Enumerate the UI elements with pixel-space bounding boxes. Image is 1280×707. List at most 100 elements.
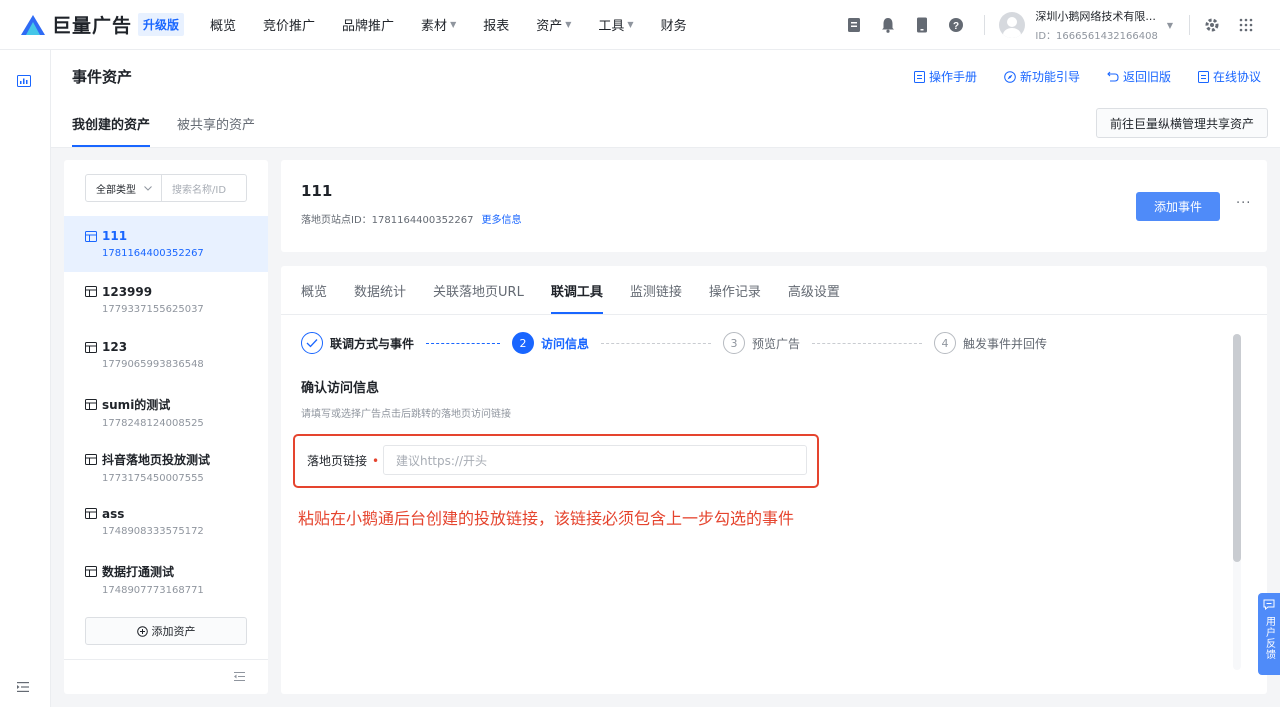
account-dropdown-icon[interactable]: ▼ xyxy=(1167,21,1173,30)
table-icon xyxy=(85,286,97,298)
list-item[interactable]: 抖音落地页投放测试 1773175450007555 xyxy=(64,438,268,494)
manual-link-label: 操作手册 xyxy=(928,70,977,84)
nav-item-label: 品牌推广 xyxy=(342,19,395,34)
brand-name: 巨量广告 xyxy=(52,15,133,37)
tab-0[interactable]: 概览 xyxy=(301,266,327,314)
landing-page-field-label: 落地页链接 • xyxy=(307,452,379,469)
table-icon xyxy=(85,565,97,577)
nav-item-1[interactable]: 竞价推广 xyxy=(263,15,315,34)
manual-link[interactable]: 操作手册 xyxy=(913,68,977,85)
site-id: 落地页站点ID：1781164400352267 xyxy=(301,215,474,226)
scrollbar[interactable] xyxy=(1233,334,1241,670)
add-asset-button[interactable]: 添加资产 xyxy=(85,617,247,645)
sidebar-footer xyxy=(64,659,268,694)
asset-name: ass xyxy=(102,506,125,521)
list-item[interactable]: 123999 1779337155625037 xyxy=(64,272,268,328)
nav-item-0[interactable]: 概览 xyxy=(210,15,236,34)
step-3-label: 预览广告 xyxy=(752,336,801,351)
asset-detail-card: 111 落地页站点ID：1781164400352267 更多信息 添加事件 ··… xyxy=(281,160,1267,252)
asset-name: sumi的测试 xyxy=(102,397,171,412)
feedback-button[interactable]: 用户反馈 xyxy=(1258,593,1280,675)
asset-id: 1773175450007555 xyxy=(102,473,204,485)
bell-icon[interactable] xyxy=(880,17,896,33)
nav-item-label: 财务 xyxy=(660,19,687,34)
return-icon xyxy=(1107,71,1119,82)
asset-name-row: sumi的测试 xyxy=(85,396,268,413)
nav-item-6[interactable]: 工具 ▼ xyxy=(598,15,633,34)
tab-3[interactable]: 联调工具 xyxy=(550,266,603,314)
old-version-link[interactable]: 返回旧版 xyxy=(1107,68,1171,85)
chart-icon[interactable] xyxy=(17,75,31,87)
agreement-link[interactable]: 在线协议 xyxy=(1197,68,1261,85)
help-icon[interactable]: ? xyxy=(948,17,964,33)
nav-item-7[interactable]: 财务 xyxy=(661,15,687,34)
asset-id: 1779065993836548 xyxy=(102,359,204,371)
settings-icon[interactable] xyxy=(1204,17,1220,33)
asset-title: 111 xyxy=(301,182,333,200)
asset-id: 1748908333575172 xyxy=(102,525,204,537)
list-item[interactable]: sumi的测试 1778248124008525 xyxy=(64,383,268,439)
manage-shared-assets-button[interactable]: 前往巨量纵横管理共享资产 xyxy=(1095,108,1268,138)
list-item[interactable]: 123 1779065993836548 xyxy=(64,327,268,383)
list-item[interactable]: 数据打通测试 1748907773168771 xyxy=(64,550,268,606)
document-icon xyxy=(913,70,925,83)
document-icon[interactable] xyxy=(846,17,862,33)
apps-grid-icon[interactable] xyxy=(1238,17,1254,33)
expand-menu-icon[interactable] xyxy=(17,682,29,692)
table-icon xyxy=(85,230,97,242)
nav-item-4[interactable]: 报表 xyxy=(483,15,509,34)
list-item[interactable]: 111 1781164400352267 xyxy=(64,216,268,272)
feedback-label: 用户反馈 xyxy=(1263,616,1275,660)
nav-item-5[interactable]: 资产 ▼ xyxy=(536,15,571,34)
step-1-label: 联调方式与事件 xyxy=(330,336,415,351)
logo-icon xyxy=(21,14,45,35)
tab-6[interactable]: 高级设置 xyxy=(788,266,840,314)
type-select[interactable]: 全部类型 xyxy=(86,175,162,201)
step-3-number: 3 xyxy=(723,332,746,354)
section-description: 请填写或选择广告点击后跳转的落地页访问链接 xyxy=(301,409,511,420)
list-item[interactable]: ass 1748908333575172 xyxy=(64,494,268,550)
table-icon xyxy=(85,454,97,466)
more-actions-button[interactable]: ··· xyxy=(1236,196,1251,211)
asset-name-row: ass xyxy=(85,507,268,521)
nav-item-label: 资产 xyxy=(536,19,563,34)
nav-item-2[interactable]: 品牌推广 xyxy=(342,15,394,34)
tabs-divider xyxy=(281,314,1267,315)
asset-sidebar: 全部类型 搜索名称/ID 111 1781164400352267 123999 17… xyxy=(64,160,268,694)
type-select-value: 全部类型 xyxy=(96,184,136,196)
brand-logo[interactable]: 巨量广告 升级版 xyxy=(20,11,210,38)
tab-2[interactable]: 关联落地页URL xyxy=(433,266,524,314)
chevron-down-icon xyxy=(144,185,152,191)
landing-page-url-input[interactable]: 建议https://开头 xyxy=(383,445,807,475)
guide-link[interactable]: 新功能引导 xyxy=(1004,68,1080,85)
tab-5[interactable]: 操作记录 xyxy=(709,266,761,314)
step-connector xyxy=(426,342,501,344)
tab-shared-assets[interactable]: 被共享的资产 xyxy=(177,114,255,148)
add-asset-label: 添加资产 xyxy=(151,625,196,638)
required-mark: • xyxy=(372,454,380,468)
top-nav-bar: 巨量广告 升级版 概览 竞价推广 品牌推广 素材 ▼ 报表 资产 ▼ 工具 ▼ 财务 ? 深圳小鹅网… xyxy=(0,0,1280,50)
asset-name-row: 123999 xyxy=(85,285,268,299)
asset-name: 数据打通测试 xyxy=(102,564,175,579)
asset-id: 1781164400352267 xyxy=(102,248,204,259)
page-header: 事件资产 操作手册 新功能引导 返回旧版 在线协议 我创建的资产 被共享的资产 … xyxy=(51,50,1280,148)
more-info-link[interactable]: 更多信息 xyxy=(481,215,521,226)
asset-search-input[interactable]: 搜索名称/ID xyxy=(162,181,226,196)
field-label-text: 落地页链接 xyxy=(307,454,368,468)
asset-name: 抖音落地页投放测试 xyxy=(102,453,211,468)
table-icon xyxy=(85,508,97,520)
nav-item-3[interactable]: 素材 ▼ xyxy=(421,15,456,34)
table-icon xyxy=(85,341,97,353)
tab-4[interactable]: 监测链接 xyxy=(630,266,682,314)
caret-down-icon: ▼ xyxy=(565,20,572,29)
tab-my-assets[interactable]: 我创建的资产 xyxy=(72,114,151,148)
scrollbar-thumb[interactable] xyxy=(1233,334,1241,562)
stepper: 联调方式与事件 2 访问信息 3 预览广告 4 触发事件并回传 xyxy=(301,332,1047,354)
collapse-sidebar-icon[interactable] xyxy=(234,672,245,681)
tab-1[interactable]: 数据统计 xyxy=(354,266,406,314)
phone-icon[interactable] xyxy=(914,17,930,33)
add-event-button[interactable]: 添加事件 xyxy=(1136,192,1220,221)
account-name: 深圳小鹅网络技术有限... xyxy=(1035,10,1156,23)
account-info[interactable]: 深圳小鹅网络技术有限... ID：1666561432166408 xyxy=(1035,8,1157,42)
avatar[interactable] xyxy=(999,12,1026,38)
